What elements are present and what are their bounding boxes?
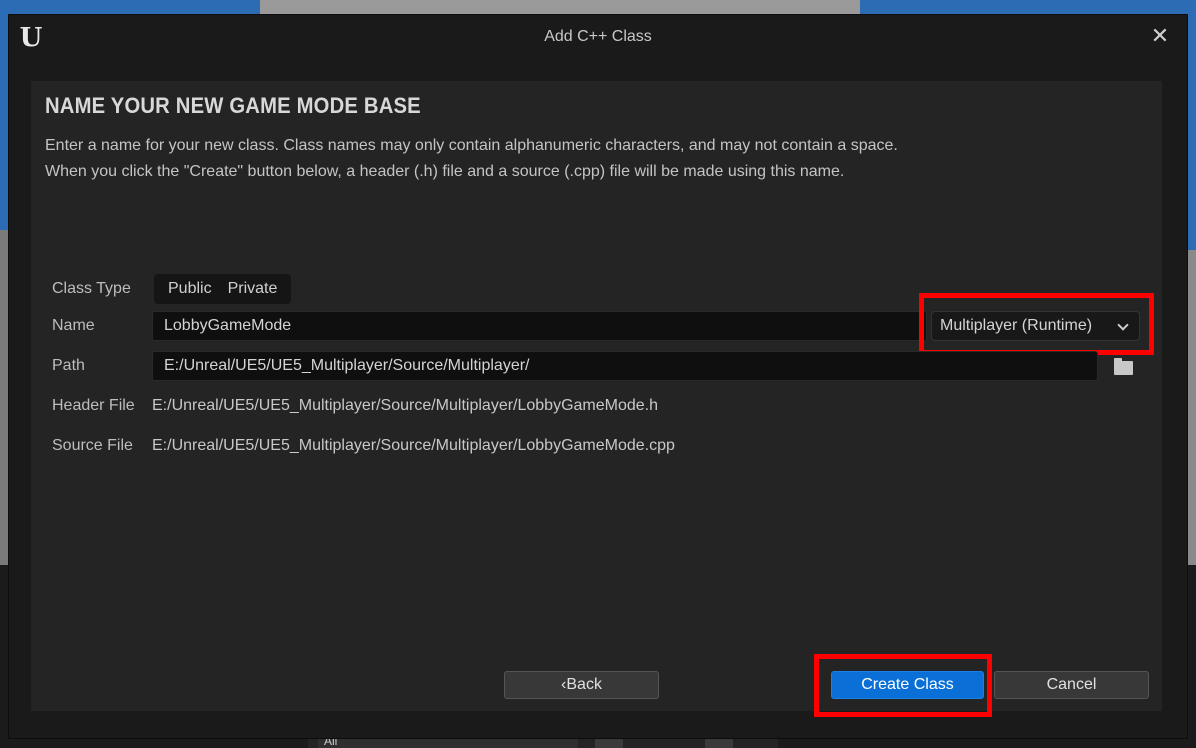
description-line-1: Enter a name for your new class. Class n…	[45, 137, 898, 154]
header-file-label: Header File	[52, 397, 135, 414]
close-icon[interactable]: ✕	[1149, 24, 1171, 48]
back-button-label: Back	[566, 676, 602, 693]
highlight-box-module	[919, 293, 1154, 355]
add-cpp-class-dialog: U Add C++ Class ✕ NAME YOUR NEW GAME MOD…	[8, 14, 1188, 739]
title-bar[interactable]: U Add C++ Class ✕	[9, 15, 1187, 59]
path-input[interactable]: E:/Unreal/UE5/UE5_Multiplayer/Source/Mul…	[152, 351, 1098, 381]
name-label: Name	[52, 317, 95, 334]
source-file-label: Source File	[52, 437, 133, 454]
class-type-toggle: Public Private	[154, 274, 292, 304]
description-line-2: When you click the "Create" button below…	[45, 163, 845, 180]
source-file-value: E:/Unreal/UE5/UE5_Multiplayer/Source/Mul…	[152, 437, 675, 454]
folder-icon[interactable]	[1114, 358, 1133, 375]
path-label: Path	[52, 357, 85, 374]
page-title: NAME YOUR NEW GAME MODE BASE	[45, 93, 421, 118]
back-button[interactable]: ‹Back	[504, 671, 659, 699]
window-title: Add C++ Class	[544, 28, 652, 45]
name-class-panel: NAME YOUR NEW GAME MODE BASE Enter a nam…	[31, 81, 1162, 717]
class-type-label: Class Type	[52, 280, 131, 297]
class-name-input[interactable]: LobbyGameMode	[152, 311, 927, 341]
class-type-public[interactable]: Public	[160, 274, 220, 304]
header-file-value: E:/Unreal/UE5/UE5_Multiplayer/Source/Mul…	[152, 397, 659, 414]
class-type-private[interactable]: Private	[220, 274, 286, 304]
cancel-button[interactable]: Cancel	[994, 671, 1149, 699]
highlight-box-create	[814, 654, 992, 717]
